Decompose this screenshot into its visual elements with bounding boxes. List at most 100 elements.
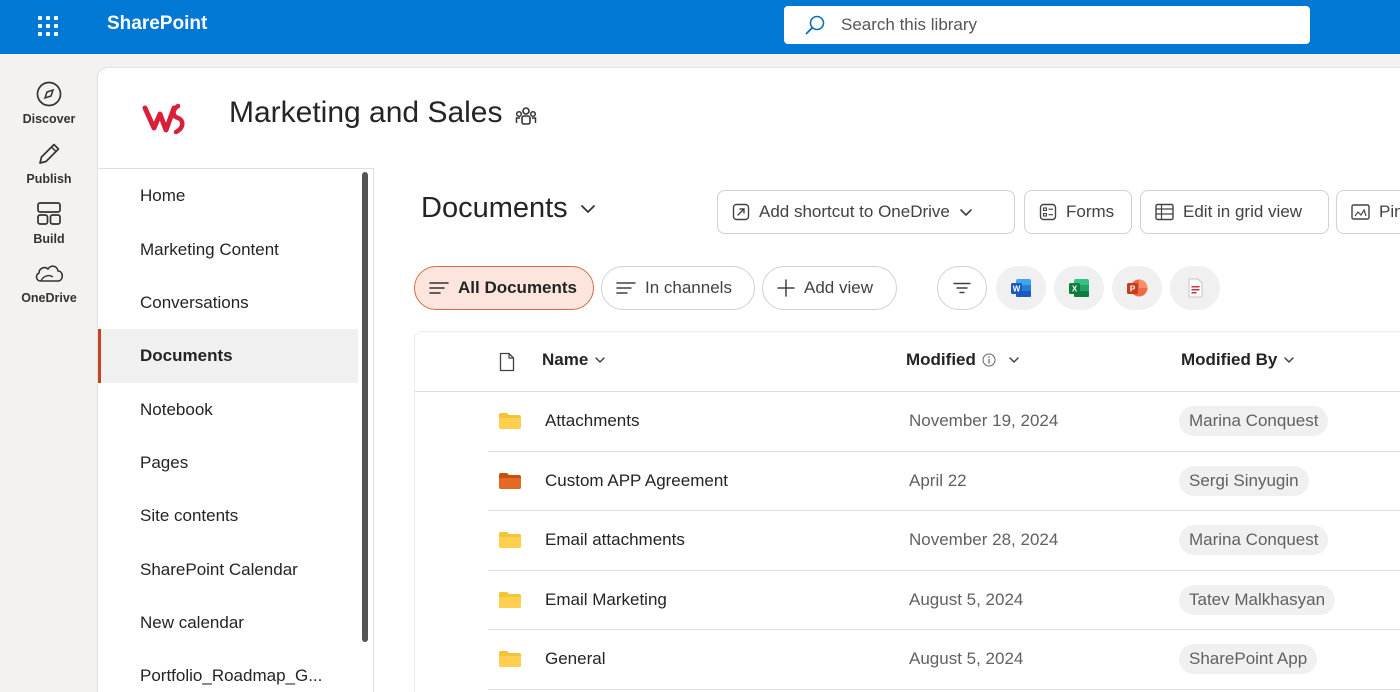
svg-text:X: X	[1072, 285, 1078, 294]
site-navigation: Home Marketing Content Conversations Doc…	[98, 168, 374, 692]
library-title-text: Documents	[421, 192, 568, 224]
pin-button[interactable]: Pin	[1336, 190, 1400, 234]
grid-icon	[1155, 203, 1174, 221]
powerpoint-icon: P	[1127, 279, 1148, 297]
folder-icon	[499, 413, 521, 429]
rail-discover[interactable]: Discover	[0, 80, 98, 127]
file-type-icon[interactable]	[499, 352, 515, 372]
file-name[interactable]: Custom APP Agreement	[545, 471, 728, 491]
view-label: Add view	[804, 278, 873, 297]
view-label: In channels	[645, 278, 732, 297]
column-modified-by-label: Modified By	[1181, 350, 1278, 369]
suite-header: SharePoint	[0, 0, 1400, 54]
info-icon[interactable]	[982, 353, 996, 367]
group-icon[interactable]	[515, 106, 537, 128]
modified-by-persona[interactable]: Tatev Malkhasyan	[1179, 584, 1336, 615]
library-title[interactable]: Documents	[421, 192, 596, 225]
app-launcher-icon[interactable]	[36, 14, 60, 38]
search-box[interactable]	[784, 6, 1310, 44]
pencil-icon	[39, 143, 60, 164]
column-name-label: Name	[542, 350, 589, 369]
forms-icon	[1039, 203, 1057, 221]
nav-item-portfolio-roadmap[interactable]: Portfolio_Roadmap_G...	[98, 649, 358, 692]
document-list: Name Modified Modified By Attachments No…	[414, 331, 1400, 692]
list-icon	[429, 282, 449, 294]
nav-scrollbar[interactable]	[362, 172, 368, 642]
app-name[interactable]: SharePoint	[107, 13, 207, 35]
table-row[interactable]: Custom APP Agreement April 22 Sergi Siny…	[488, 452, 1400, 511]
site-content-card: Marketing and Sales Home Marketing Conte…	[98, 68, 1400, 692]
app-rail: Discover Publish Build OneDrive	[0, 54, 98, 692]
filter-icon	[953, 282, 971, 294]
view-all-documents[interactable]: All Documents	[414, 266, 594, 310]
pdf-filter-button[interactable]	[1170, 266, 1220, 310]
file-name[interactable]: Email Marketing	[545, 590, 667, 610]
nav-item-documents[interactable]: Documents	[98, 329, 358, 383]
svg-text:W: W	[1013, 285, 1021, 294]
chevron-down-icon	[580, 204, 595, 213]
file-name[interactable]: General	[545, 649, 605, 669]
column-modified-by-header[interactable]: Modified By	[1181, 350, 1295, 370]
column-modified-label: Modified	[906, 350, 976, 369]
add-shortcut-label: Add shortcut to OneDrive	[759, 202, 950, 221]
folder-icon	[499, 591, 521, 608]
nav-item-new-calendar[interactable]: New calendar	[98, 596, 358, 650]
cloud-icon	[35, 265, 64, 282]
site-title: Marketing and Sales	[229, 96, 503, 129]
nav-item-notebook[interactable]: Notebook	[98, 383, 358, 437]
chevron-down-icon	[960, 208, 972, 216]
word-filter-button[interactable]: W	[996, 266, 1046, 310]
chevron-down-icon	[595, 357, 606, 364]
table-row[interactable]: Attachments November 19, 2024 Marina Con…	[488, 392, 1400, 452]
pin-label: Pin	[1379, 202, 1400, 221]
table-row[interactable]: General August 5, 2024 SharePoint App	[488, 630, 1400, 690]
edit-grid-label: Edit in grid view	[1183, 202, 1303, 221]
file-name[interactable]: Email attachments	[545, 530, 685, 550]
site-logo[interactable]	[142, 100, 190, 138]
file-name[interactable]: Attachments	[545, 411, 640, 431]
search-input[interactable]	[841, 6, 1281, 44]
modified-date: August 5, 2024	[909, 589, 1024, 609]
column-name-header[interactable]: Name	[542, 350, 606, 370]
view-label: All Documents	[458, 278, 578, 297]
nav-item-sharepoint-calendar[interactable]: SharePoint Calendar	[98, 543, 358, 597]
rail-label: Build	[33, 232, 65, 246]
nav-item-conversations[interactable]: Conversations	[98, 276, 358, 330]
rail-onedrive[interactable]: OneDrive	[0, 259, 98, 306]
nav-item-home[interactable]: Home	[98, 169, 358, 223]
folder-icon	[499, 472, 521, 489]
modified-date: November 19, 2024	[909, 411, 1059, 430]
chevron-down-icon	[1009, 357, 1019, 364]
table-row[interactable]: Email attachments November 28, 2024 Mari…	[488, 511, 1400, 571]
folder-icon	[499, 532, 521, 548]
filter-button[interactable]	[937, 266, 987, 310]
rail-build[interactable]: Build	[0, 200, 98, 247]
column-modified-header[interactable]: Modified	[906, 350, 1020, 370]
add-view-button[interactable]: Add view	[762, 266, 897, 310]
pdf-icon	[1188, 278, 1203, 298]
add-shortcut-button[interactable]: Add shortcut to OneDrive	[717, 190, 1015, 234]
plus-icon	[777, 279, 795, 297]
forms-label: Forms	[1066, 202, 1115, 221]
list-header: Name Modified Modified By	[415, 332, 1400, 392]
search-icon	[805, 15, 825, 35]
shortcut-icon	[732, 203, 750, 221]
nav-item-site-contents[interactable]: Site contents	[98, 489, 358, 543]
rail-publish[interactable]: Publish	[0, 140, 98, 187]
modified-by-persona[interactable]: Sergi Sinyugin	[1179, 465, 1309, 496]
chevron-down-icon	[1284, 357, 1295, 364]
rail-label: Discover	[22, 112, 76, 126]
powerpoint-filter-button[interactable]: P	[1112, 266, 1162, 310]
modified-date: August 5, 2024	[909, 649, 1024, 668]
modified-by-persona[interactable]: Marina Conquest	[1179, 406, 1329, 436]
excel-filter-button[interactable]: X	[1054, 266, 1104, 310]
rail-label: OneDrive	[21, 291, 77, 305]
edit-grid-button[interactable]: Edit in grid view	[1140, 190, 1329, 234]
forms-button[interactable]: Forms	[1024, 190, 1132, 234]
nav-item-pages[interactable]: Pages	[98, 436, 358, 490]
modified-by-persona[interactable]: Marina Conquest	[1179, 525, 1329, 555]
nav-item-marketing-content[interactable]: Marketing Content	[98, 223, 358, 277]
view-in-channels[interactable]: In channels	[601, 266, 755, 310]
table-row[interactable]: Email Marketing August 5, 2024 Tatev Mal…	[488, 571, 1400, 630]
modified-by-persona[interactable]: SharePoint App	[1179, 644, 1318, 674]
